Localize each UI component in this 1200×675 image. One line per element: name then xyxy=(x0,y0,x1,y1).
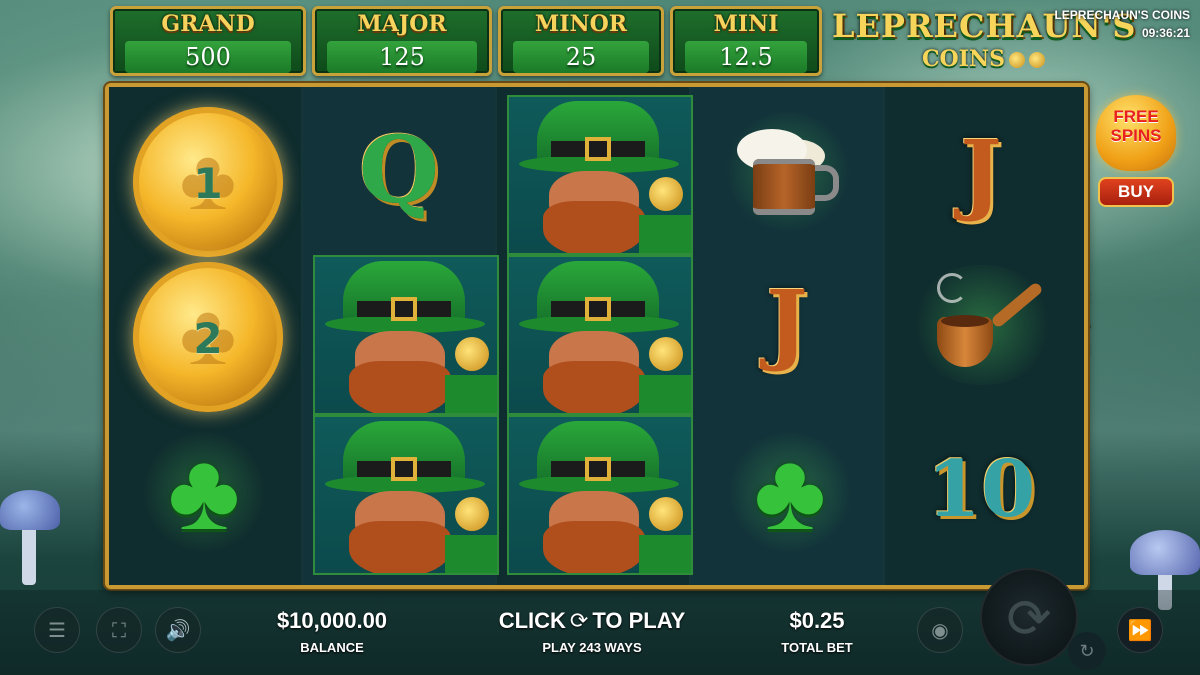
tobacco xyxy=(941,315,989,327)
menu-icon: ☰ xyxy=(48,620,66,642)
buckle-icon xyxy=(585,137,611,161)
fast-forward-icon: ⏩ xyxy=(1127,620,1153,642)
free-spins-buy[interactable]: FREE SPINS BUY xyxy=(1092,95,1180,215)
leprechaun-symbol xyxy=(313,415,499,575)
ale-mug-symbol xyxy=(723,111,853,231)
game-title: LEPRECHAUN'S COINS xyxy=(1054,8,1190,22)
leprechaun-symbol xyxy=(313,255,499,415)
leprechaun-symbol xyxy=(507,95,693,255)
mug-handle xyxy=(815,165,839,201)
jackpot-label: MINI xyxy=(713,11,779,37)
logo-line-1: LEPRECHAUN'S xyxy=(832,7,1137,45)
mug-icon xyxy=(753,159,815,215)
coins-icon: ◉ xyxy=(931,620,949,642)
jackpot-value: 500 xyxy=(125,41,291,73)
jackpot-value: 12.5 xyxy=(685,41,807,73)
logo-line-2: COINS xyxy=(922,46,1088,72)
game-info: LEPRECHAUN'S COINS 09:36:21 xyxy=(1054,6,1190,42)
balance-label: BALANCE xyxy=(300,640,364,655)
coin-icon xyxy=(1028,52,1045,68)
reels-frame[interactable]: ♣ 1 ♣ 2 ♣ Q J ♣ J 10 xyxy=(105,83,1088,589)
coin-icon xyxy=(455,497,489,531)
balance-value: $10,000.00 xyxy=(276,608,388,633)
jackpot-value: 125 xyxy=(327,41,477,73)
mushroom-stalk xyxy=(22,525,36,585)
play-prefix: CLICK xyxy=(498,608,566,633)
play-ways-label: PLAY 243 WAYS xyxy=(542,640,642,655)
spin-icon: ⟳ xyxy=(1006,589,1052,649)
buy-button[interactable]: BUY xyxy=(1098,177,1174,207)
j-symbol: J xyxy=(960,120,1002,224)
sound-button[interactable]: 🔊 xyxy=(155,607,201,653)
coin-symbol: ♣ 1 xyxy=(133,107,283,257)
clover-symbol: ♣ xyxy=(725,432,855,552)
pipe-symbol xyxy=(907,265,1057,385)
beard xyxy=(349,361,451,413)
total-bet-value: $0.25 xyxy=(789,608,845,633)
jackpot-grand: GRAND 500 xyxy=(110,6,306,76)
coat xyxy=(639,375,691,413)
clover-symbol: ♣ xyxy=(139,432,269,552)
coin-value: 2 xyxy=(193,314,223,363)
coin-icon xyxy=(649,177,683,211)
clover-icon: ♣ xyxy=(753,430,827,553)
logo-line-2-text: COINS xyxy=(922,46,1005,72)
menu-button[interactable]: ☰ xyxy=(34,607,80,653)
click-to-play[interactable]: CLICK ⟳ TO PLAY xyxy=(480,608,704,634)
beard xyxy=(543,521,645,573)
total-bet-label: TOTAL BET xyxy=(781,640,853,655)
jackpot-major: MAJOR 125 xyxy=(312,6,492,76)
buckle-icon xyxy=(391,297,417,321)
free-spins-label: FREE SPINS xyxy=(1092,107,1180,145)
buckle-icon xyxy=(585,457,611,481)
ten-symbol: 10 xyxy=(926,444,1036,535)
coin-icon xyxy=(1008,52,1025,68)
coat xyxy=(639,215,691,253)
mushroom-decoration xyxy=(0,490,60,530)
clock: 09:36:21 xyxy=(1141,26,1190,40)
q-symbol: Q xyxy=(358,116,440,224)
rotate-icon: ⟳ xyxy=(569,608,589,633)
clover-icon: ♣ xyxy=(167,430,241,553)
beard xyxy=(349,521,451,573)
fullscreen-button[interactable]: ⛶ xyxy=(96,607,142,653)
j-symbol: J xyxy=(766,270,808,374)
jackpot-minor: MINOR 25 xyxy=(498,6,664,76)
coat xyxy=(445,535,497,573)
jackpot-label: MAJOR xyxy=(357,11,447,37)
buckle-icon xyxy=(391,457,417,481)
jackpot-label: GRAND xyxy=(161,11,255,37)
smoke-icon xyxy=(937,273,967,303)
autoplay-button[interactable]: ↻ xyxy=(1068,632,1106,670)
coat xyxy=(639,535,691,573)
jackpot-label: MINOR xyxy=(534,11,628,37)
sound-icon: 🔊 xyxy=(165,620,191,642)
pipe-stem xyxy=(990,281,1044,329)
beard xyxy=(543,361,645,413)
autoplay-icon: ↻ xyxy=(1079,641,1095,661)
coin-icon xyxy=(455,337,489,371)
coin-icon xyxy=(649,497,683,531)
fullscreen-icon: ⛶ xyxy=(112,620,126,642)
beard xyxy=(543,201,645,253)
coin-symbol: ♣ 2 xyxy=(133,262,283,412)
game-logo: LEPRECHAUN'S COINS xyxy=(832,6,1137,86)
coat xyxy=(445,375,497,413)
mushroom-decoration xyxy=(1130,530,1200,575)
jackpot-value: 25 xyxy=(513,41,649,73)
free-spins-line-2: SPINS xyxy=(1110,126,1162,145)
coin-value: 1 xyxy=(193,159,223,208)
jackpot-mini: MINI 12.5 xyxy=(670,6,822,76)
bet-settings-button[interactable]: ◉ xyxy=(917,607,963,653)
turbo-button[interactable]: ⏩ xyxy=(1117,607,1163,653)
free-spins-line-1: FREE xyxy=(1113,107,1159,126)
leprechaun-symbol xyxy=(507,255,693,415)
coin-icon xyxy=(649,337,683,371)
spin-button[interactable]: ⟳ xyxy=(980,568,1078,666)
leprechaun-symbol xyxy=(507,415,693,575)
play-suffix: TO PLAY xyxy=(592,608,686,633)
buckle-icon xyxy=(585,297,611,321)
